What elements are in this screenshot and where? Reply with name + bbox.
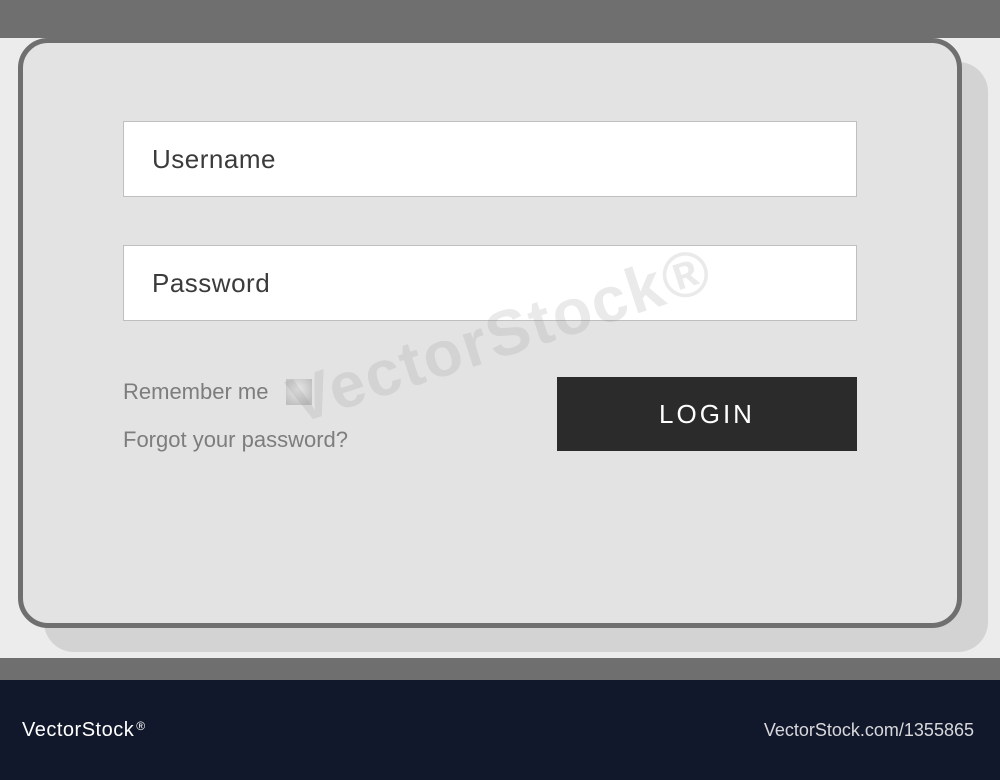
- username-input[interactable]: [123, 121, 857, 197]
- remember-me-label: Remember me: [123, 379, 268, 405]
- registered-icon: ®: [136, 719, 145, 733]
- footer-brand: VectorStock ®: [22, 719, 146, 742]
- options-left: Remember me Forgot your password?: [123, 377, 348, 453]
- footer-brand-name: VectorStock: [22, 719, 134, 742]
- remember-me-checkbox[interactable]: [286, 379, 312, 405]
- options-row: Remember me Forgot your password? LOGIN: [123, 377, 857, 453]
- footer: VectorStock ® VectorStock.com/1355865: [0, 680, 1000, 780]
- footer-attribution: VectorStock.com/1355865: [764, 720, 974, 741]
- top-bar: [0, 0, 1000, 38]
- stage: Remember me Forgot your password? LOGIN …: [0, 38, 1000, 658]
- password-input[interactable]: [123, 245, 857, 321]
- forgot-password-link[interactable]: Forgot your password?: [123, 427, 348, 453]
- login-card: Remember me Forgot your password? LOGIN: [18, 38, 962, 628]
- field-gap: [123, 197, 857, 245]
- remember-me: Remember me: [123, 379, 348, 405]
- mid-bar: [0, 658, 1000, 680]
- login-button[interactable]: LOGIN: [557, 377, 857, 451]
